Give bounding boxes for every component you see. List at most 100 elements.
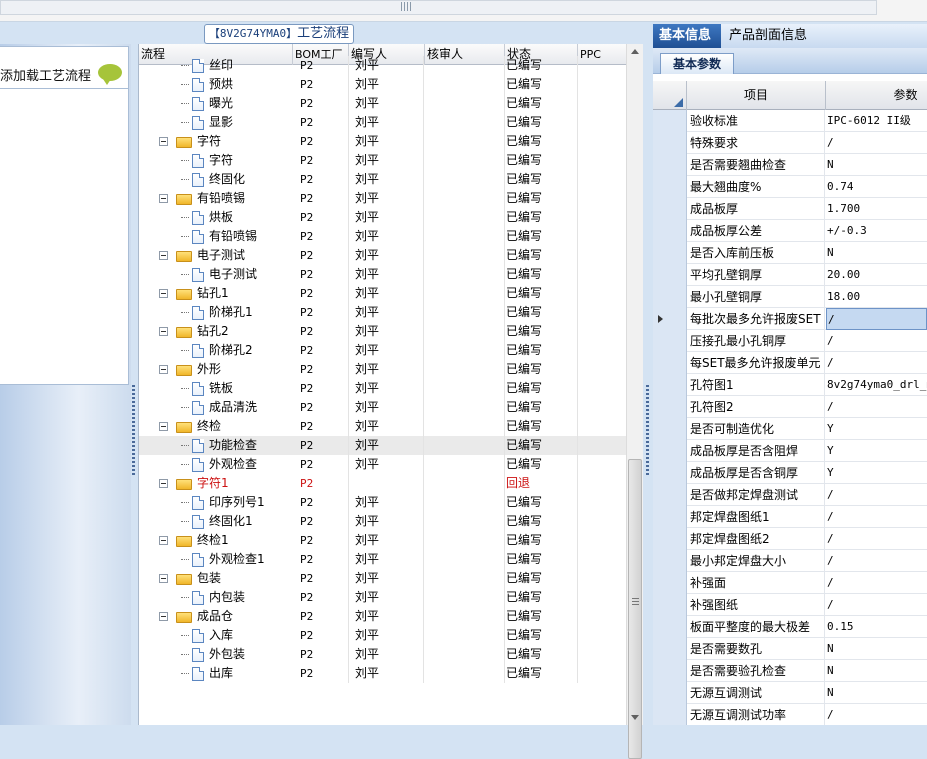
process-name-cell[interactable]: 铣板 bbox=[192, 379, 233, 398]
left-splitter[interactable] bbox=[131, 40, 136, 725]
param-value[interactable]: / bbox=[826, 330, 927, 352]
table-row[interactable]: 字符 P2 刘平 已编写 bbox=[139, 132, 629, 151]
process-name-cell[interactable]: 烘板 bbox=[192, 208, 233, 227]
process-name-cell[interactable]: 成品仓 bbox=[176, 607, 233, 626]
process-name-cell[interactable]: 显影 bbox=[192, 113, 233, 132]
row-header[interactable] bbox=[653, 704, 687, 725]
param-value[interactable]: / bbox=[826, 132, 927, 154]
collapse-icon[interactable] bbox=[159, 574, 168, 583]
row-header[interactable] bbox=[653, 176, 687, 198]
param-row[interactable]: 孔符图18v2g74yma0_drl_map bbox=[653, 374, 927, 396]
param-row[interactable]: 补强图纸 / bbox=[653, 594, 927, 616]
param-value[interactable]: / bbox=[826, 704, 927, 725]
param-row[interactable]: 是否做邦定焊盘测试 / bbox=[653, 484, 927, 506]
row-header[interactable] bbox=[653, 154, 687, 176]
scroll-thumb[interactable] bbox=[628, 459, 642, 759]
table-row[interactable]: 终固化1 P2 刘平 已编写 bbox=[139, 512, 629, 531]
row-header[interactable] bbox=[653, 242, 687, 264]
process-name-cell[interactable]: 有铅喷锡 bbox=[176, 189, 245, 208]
param-row[interactable]: 最小邦定焊盘大小 / bbox=[653, 550, 927, 572]
param-value[interactable]: 0.15 bbox=[826, 616, 927, 638]
row-header[interactable] bbox=[653, 506, 687, 528]
table-row[interactable]: 终检1 P2 刘平 已编写 bbox=[139, 531, 629, 550]
table-row[interactable]: 钻孔1 P2 刘平 已编写 bbox=[139, 284, 629, 303]
collapse-icon[interactable] bbox=[159, 194, 168, 203]
row-header[interactable] bbox=[653, 198, 687, 220]
table-row[interactable]: 终检 P2 刘平 已编写 bbox=[139, 417, 629, 436]
table-row[interactable]: 曝光 P2 刘平 已编写 bbox=[139, 94, 629, 113]
param-row[interactable]: 每SET最多允许报废单元 / bbox=[653, 352, 927, 374]
param-value[interactable]: Y bbox=[826, 440, 927, 462]
param-row[interactable]: 最大翘曲度% 0.74 bbox=[653, 176, 927, 198]
process-name-cell[interactable]: 有铅喷锡 bbox=[192, 227, 257, 246]
param-value[interactable]: / bbox=[826, 484, 927, 506]
table-row[interactable]: 外形 P2 刘平 已编写 bbox=[139, 360, 629, 379]
collapse-icon[interactable] bbox=[159, 365, 168, 374]
scroll-up-icon[interactable] bbox=[631, 49, 639, 54]
process-name-cell[interactable]: 丝印 bbox=[192, 56, 233, 75]
right-splitter[interactable] bbox=[645, 40, 650, 725]
param-value[interactable]: IPC-6012 II级 bbox=[826, 110, 927, 132]
param-row[interactable]: 成品板厚 1.700 bbox=[653, 198, 927, 220]
table-row[interactable]: 出库 P2 刘平 已编写 bbox=[139, 664, 629, 683]
collapse-icon[interactable] bbox=[159, 422, 168, 431]
param-row[interactable]: 是否需要数孔 N bbox=[653, 638, 927, 660]
row-header[interactable] bbox=[653, 396, 687, 418]
row-header[interactable] bbox=[653, 484, 687, 506]
row-header[interactable] bbox=[653, 110, 687, 132]
param-row[interactable]: 是否入库前压板 N bbox=[653, 242, 927, 264]
row-header[interactable] bbox=[653, 572, 687, 594]
table-row[interactable]: 烘板 P2 刘平 已编写 bbox=[139, 208, 629, 227]
table-row[interactable]: 功能检查 P2 刘平 已编写 bbox=[139, 436, 629, 455]
param-value[interactable]: Y bbox=[826, 462, 927, 484]
collapse-icon[interactable] bbox=[159, 137, 168, 146]
param-value[interactable]: / bbox=[826, 528, 927, 550]
table-row[interactable]: 外观检查1 P2 刘平 已编写 bbox=[139, 550, 629, 569]
table-row[interactable]: 钻孔2 P2 刘平 已编写 bbox=[139, 322, 629, 341]
param-row[interactable]: 成品板厚是否含阻焊 Y bbox=[653, 440, 927, 462]
process-name-cell[interactable]: 阶梯孔2 bbox=[192, 341, 253, 360]
param-value[interactable]: / bbox=[826, 396, 927, 418]
row-header[interactable] bbox=[653, 264, 687, 286]
row-header[interactable] bbox=[653, 550, 687, 572]
process-name-cell[interactable]: 阶梯孔1 bbox=[192, 303, 253, 322]
param-value[interactable]: 20.00 bbox=[826, 264, 927, 286]
param-value[interactable]: 18.00 bbox=[826, 286, 927, 308]
table-row[interactable]: 入库 P2 刘平 已编写 bbox=[139, 626, 629, 645]
add-process-card[interactable]: 添加载工艺流程 bbox=[0, 46, 129, 89]
table-row[interactable]: 预烘 P2 刘平 已编写 bbox=[139, 75, 629, 94]
table-row[interactable]: 有铅喷锡 P2 刘平 已编写 bbox=[139, 189, 629, 208]
table-row[interactable]: 包装 P2 刘平 已编写 bbox=[139, 569, 629, 588]
process-name-cell[interactable]: 内包装 bbox=[192, 588, 245, 607]
param-row[interactable]: 压接孔最小孔铜厚 / bbox=[653, 330, 927, 352]
process-name-cell[interactable]: 字符 bbox=[176, 132, 221, 151]
row-header[interactable] bbox=[653, 330, 687, 352]
process-name-cell[interactable]: 包装 bbox=[176, 569, 221, 588]
process-name-cell[interactable]: 外包装 bbox=[192, 645, 245, 664]
process-name-cell[interactable]: 字符1 bbox=[176, 474, 229, 493]
collapse-icon[interactable] bbox=[159, 327, 168, 336]
param-row[interactable]: 是否可制造优化 Y bbox=[653, 418, 927, 440]
table-row[interactable]: 阶梯孔2 P2 刘平 已编写 bbox=[139, 341, 629, 360]
table-row[interactable]: 电子测试 P2 刘平 已编写 bbox=[139, 246, 629, 265]
tab-basic-params[interactable]: 基本参数 bbox=[660, 53, 735, 74]
param-value[interactable]: N bbox=[826, 682, 927, 704]
table-row[interactable]: 印序列号1 P2 刘平 已编写 bbox=[139, 493, 629, 512]
param-row[interactable]: 特殊要求 / bbox=[653, 132, 927, 154]
row-header[interactable] bbox=[653, 594, 687, 616]
param-row[interactable]: 无源互调测试功率 / bbox=[653, 704, 927, 725]
param-row[interactable]: 是否需要验孔检查 N bbox=[653, 660, 927, 682]
param-row[interactable]: 成品板厚是否含铜厚 Y bbox=[653, 462, 927, 484]
process-name-cell[interactable]: 外观检查1 bbox=[192, 550, 265, 569]
param-value[interactable]: N bbox=[826, 638, 927, 660]
process-name-cell[interactable]: 终检 bbox=[176, 417, 221, 436]
col-header-param[interactable]: 参数 bbox=[826, 81, 927, 110]
select-all-icon[interactable] bbox=[653, 81, 687, 110]
param-value[interactable]: 1.700 bbox=[826, 198, 927, 220]
process-name-cell[interactable]: 钻孔1 bbox=[176, 284, 229, 303]
process-name-cell[interactable]: 出库 bbox=[192, 664, 233, 683]
process-name-cell[interactable]: 外形 bbox=[176, 360, 221, 379]
process-name-cell[interactable]: 终固化1 bbox=[192, 512, 253, 531]
process-name-cell[interactable]: 钻孔2 bbox=[176, 322, 229, 341]
row-header[interactable] bbox=[653, 220, 687, 242]
